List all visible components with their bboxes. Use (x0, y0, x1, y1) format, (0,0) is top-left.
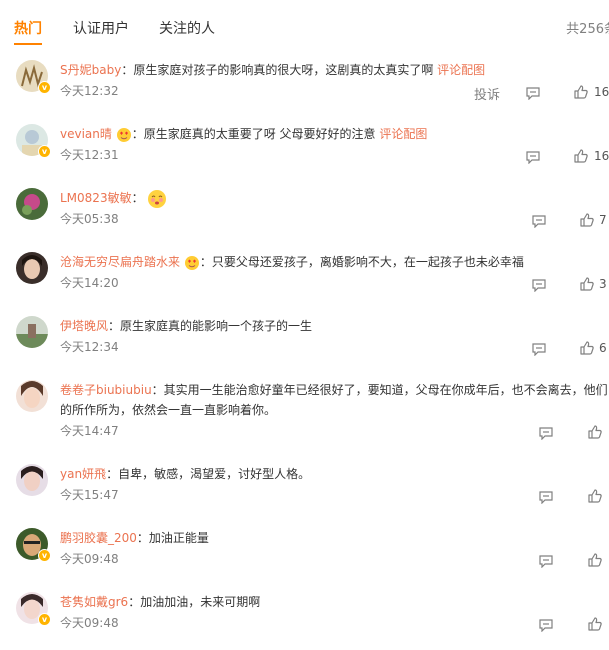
like-icon[interactable] (574, 85, 588, 99)
username-link[interactable]: 鹏羽胶囊_200 (60, 531, 137, 545)
username-link[interactable]: LM0823敏敏 (60, 191, 132, 205)
username-link[interactable]: 伊塔晚风 (60, 319, 108, 333)
tab-verified-users[interactable]: 认证用户 (73, 18, 129, 38)
comment-actions: 16 (0, 148, 609, 168)
comment-actions (0, 424, 609, 444)
comment-body: ： (131, 191, 144, 205)
comment-image-link[interactable]: 评论配图 (379, 127, 427, 141)
username-link[interactable]: 卷卷子biubiubiu (60, 383, 152, 397)
avatar[interactable] (16, 380, 48, 412)
like-icon[interactable] (580, 277, 594, 291)
comment-actions: 6 (0, 340, 609, 360)
comment-actions (0, 488, 609, 508)
reply-icon[interactable] (539, 490, 553, 504)
reply-icon[interactable] (526, 150, 540, 164)
reply-icon[interactable] (539, 554, 553, 568)
like-count: 7 (599, 213, 607, 227)
like-count: 16 (594, 149, 609, 163)
username-link[interactable]: 沧海无穷尽扁舟踏水来 (60, 255, 180, 269)
comment-text: LM0823敏敏： (60, 188, 609, 209)
comment-text: vevian晴 ：原生家庭真的太重要了呀 父母要好好的注意 评论配图 (60, 124, 609, 144)
comment-text: S丹妮baby：原生家庭对孩子的影响真的很大呀，这剧真的太真实了啊 评论配图 (60, 60, 609, 80)
like-count: 3 (599, 277, 607, 291)
username-link[interactable]: vevian晴 (60, 127, 112, 141)
like-icon[interactable] (580, 213, 594, 227)
heart-eyes-emoji-icon (116, 127, 131, 142)
username-link[interactable]: yan妍飛 (60, 467, 106, 481)
comment-text: 苍隽如戴gr6：加油加油，未来可期啊 (60, 592, 609, 612)
comment-body: ：加油加油，未来可期啊 (128, 595, 261, 609)
like-icon[interactable] (588, 617, 602, 631)
tab-following[interactable]: 关注的人 (159, 18, 215, 38)
comment-body: ：原生家庭真的能影响一个孩子的一生 (108, 319, 313, 333)
comment-text: 沧海无穷尽扁舟踏水来 ：只要父母还爱孩子，离婚影响不大，在一起孩子也未必幸福 (60, 252, 609, 272)
comment-text: yan妍飛：自卑，敏感，渴望爱，讨好型人格。 (60, 464, 609, 484)
like-count: 16 (594, 85, 609, 99)
reply-icon[interactable] (526, 86, 540, 100)
like-count: 6 (599, 341, 607, 355)
tab-hot[interactable]: 热门 (14, 18, 42, 38)
comment-image-link[interactable]: 评论配图 (437, 63, 485, 77)
active-tab-underline (14, 43, 42, 45)
like-icon[interactable] (574, 149, 588, 163)
reply-icon[interactable] (539, 426, 553, 440)
comment-actions: 7 (0, 212, 609, 232)
avatar-image (16, 380, 48, 412)
reply-icon[interactable] (532, 342, 546, 356)
comment-text: 卷卷子biubiubiu：其实用一生能治愈好童年已经很好了，要知道，父母在你成年… (60, 380, 609, 420)
blushing-emoji-icon (148, 189, 167, 208)
reply-icon[interactable] (532, 278, 546, 292)
comment-text: 鹏羽胶囊_200：加油正能量 (60, 528, 609, 548)
like-icon[interactable] (588, 553, 602, 567)
comment-body: ：原生家庭对孩子的影响真的很大呀，这剧真的太真实了啊 (121, 63, 434, 77)
comment-tabs: 热门 认证用户 关注的人 共256条 (0, 0, 609, 56)
like-icon[interactable] (580, 341, 594, 355)
total-count: 共256条 (566, 22, 609, 37)
username-link[interactable]: 苍隽如戴gr6 (60, 595, 128, 609)
comment-actions: 投诉 16 (0, 84, 609, 104)
like-icon[interactable] (588, 425, 602, 439)
username-link[interactable]: S丹妮baby (60, 63, 121, 77)
comment-actions (0, 552, 609, 572)
comment-actions (0, 616, 609, 636)
comment-text: 伊塔晚风：原生家庭真的能影响一个孩子的一生 (60, 316, 609, 336)
report-button[interactable]: 投诉 (474, 84, 500, 103)
reply-icon[interactable] (532, 214, 546, 228)
like-icon[interactable] (588, 489, 602, 503)
heart-eyes-emoji-icon (184, 255, 199, 270)
reply-icon[interactable] (539, 618, 553, 632)
comment-actions: 3 (0, 276, 609, 296)
comment-body: ：原生家庭真的太重要了呀 父母要好好的注意 (131, 127, 376, 141)
comment-body: ：加油正能量 (136, 531, 209, 545)
comment-body: ：只要父母还爱孩子，离婚影响不大，在一起孩子也未必幸福 (199, 255, 524, 269)
comment-body: ：自卑，敏感，渴望爱，讨好型人格。 (106, 467, 311, 481)
